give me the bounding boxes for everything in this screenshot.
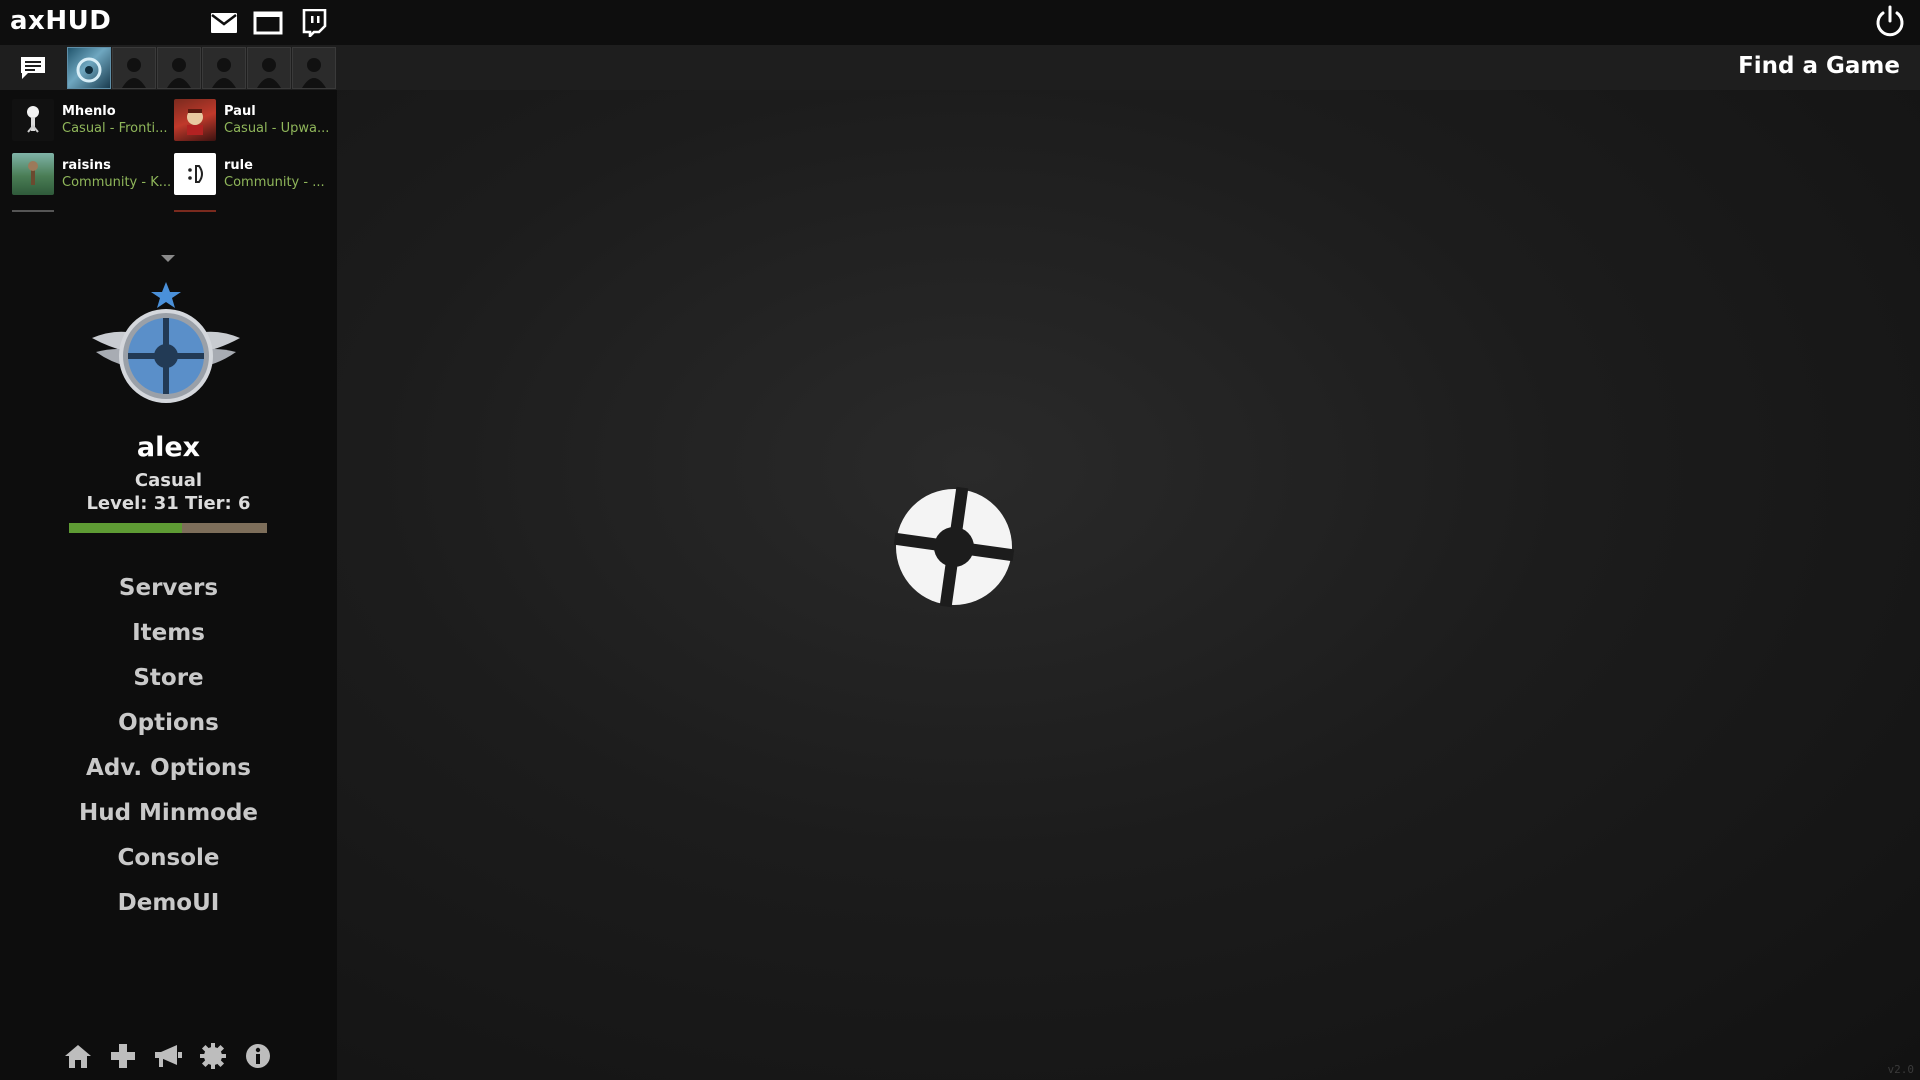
expand-friends-icon[interactable] [161,255,175,262]
party-slot-self[interactable] [67,47,111,89]
friend-item[interactable]: raisins Community - K... [12,150,172,198]
friend-name: Paul [224,104,256,119]
main-menu: Servers Items Store Options Adv. Options… [0,566,337,926]
friend-status: Community - K... [62,175,172,190]
main-view: v2.0 [337,90,1920,1080]
info-icon[interactable] [242,1040,274,1072]
friend-item[interactable]: Paul Casual - Upwa... [174,96,334,144]
app-title: axHUD [10,6,112,36]
megaphone-icon[interactable] [152,1040,184,1072]
avatar [12,153,54,195]
find-a-game-button[interactable]: Find a Game [1738,53,1900,79]
rank-emblem-icon [86,280,246,420]
matchmaking-mode: Casual [134,470,203,491]
party-slot-empty[interactable] [112,47,156,89]
menu-hud-minmode[interactable]: Hud Minmode [0,791,337,836]
xp-progress-bar [69,523,267,533]
tf2-logo-icon [892,485,1016,609]
friend-name: Mhenlo [62,104,116,119]
friend-status: Community - ... [224,175,325,190]
friend-status: Casual - Fronti... [62,121,168,136]
title-bar: axHUD [0,0,1920,45]
username: alex [136,432,201,463]
version-label: v2.0 [1887,1063,1915,1076]
friends-list: Mhenlo Casual - Fronti... Paul Casual - … [0,96,337,212]
window-icon[interactable] [252,8,284,38]
sidebar: Mhenlo Casual - Fronti... Paul Casual - … [0,90,337,1080]
power-icon[interactable] [1872,4,1908,40]
gear-icon[interactable] [197,1040,229,1072]
friend-name: rule [224,158,253,173]
friend-name: raisins [62,158,111,173]
friend-item[interactable]: rule Community - ... [174,150,334,198]
mail-icon[interactable] [208,8,240,38]
party-slot-empty[interactable] [247,47,291,89]
avatar [174,153,216,195]
menu-items[interactable]: Items [0,611,337,656]
friend-item-peek [12,210,54,212]
menu-demoui[interactable]: DemoUI [0,881,337,926]
plus-icon[interactable] [107,1040,139,1072]
party-slots [67,47,336,89]
chat-icon[interactable] [16,53,50,83]
friend-item-peek [174,210,216,212]
bottom-toolbar [62,1040,274,1072]
menu-adv-options[interactable]: Adv. Options [0,746,337,791]
menu-store[interactable]: Store [0,656,337,701]
menu-console[interactable]: Console [0,836,337,881]
party-slot-empty[interactable] [292,47,336,89]
xp-progress-fill [69,523,182,533]
twitch-icon[interactable] [298,8,330,38]
menu-servers[interactable]: Servers [0,566,337,611]
party-slot-empty[interactable] [157,47,201,89]
friend-status: Casual - Upwa... [224,121,330,136]
party-bar: Find a Game [0,45,1920,90]
party-slot-empty[interactable] [202,47,246,89]
avatar [12,99,54,141]
menu-options[interactable]: Options [0,701,337,746]
level-tier: Level: 31 Tier: 6 [86,493,251,514]
friend-item[interactable]: Mhenlo Casual - Fronti... [12,96,172,144]
avatar [174,99,216,141]
home-icon[interactable] [62,1040,94,1072]
